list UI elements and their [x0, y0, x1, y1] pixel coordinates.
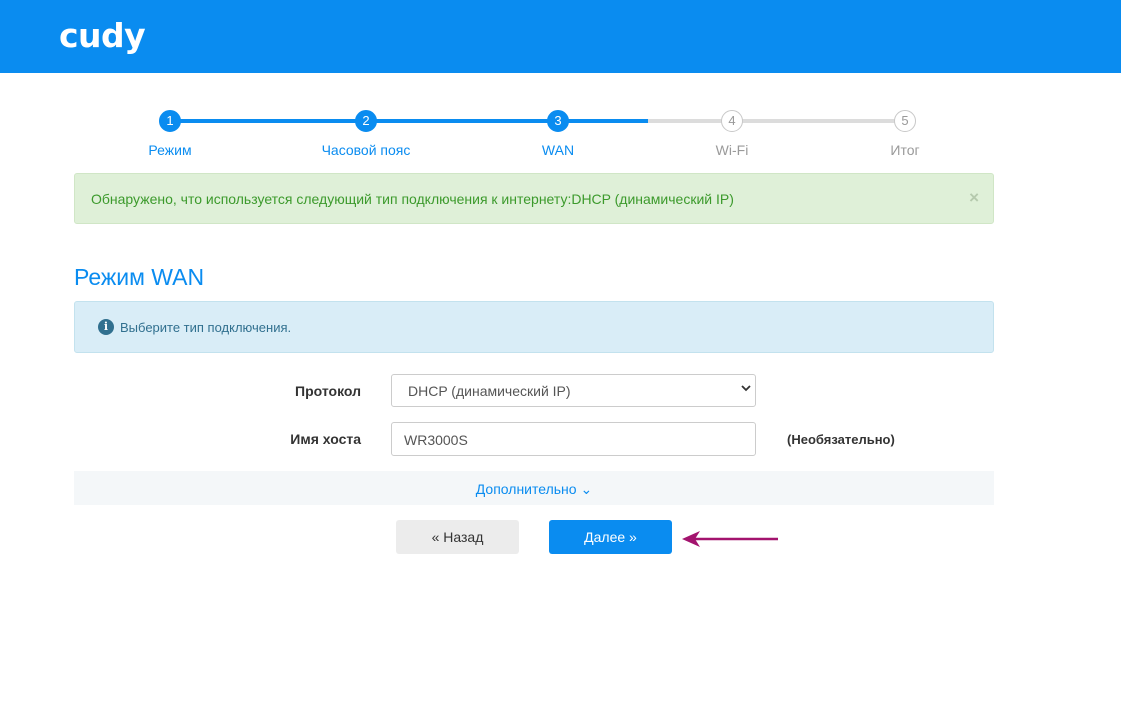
step-label: Режим	[148, 142, 192, 158]
annotation-arrow-icon	[682, 531, 778, 547]
next-button[interactable]: Далее »	[549, 520, 672, 554]
hostname-label: Имя хоста	[290, 431, 361, 447]
back-button[interactable]: « Назад	[396, 520, 519, 554]
step-wifi: 4 Wi-Fi	[662, 110, 802, 158]
step-number: 4	[721, 110, 743, 132]
top-header: cudy	[0, 0, 1121, 73]
advanced-toggle-link[interactable]: Дополнительно ⌄	[476, 481, 592, 498]
step-number: 1	[159, 110, 181, 132]
connection-detected-alert: Обнаружено, что используется следующий т…	[74, 173, 994, 224]
info-alert: i Выберите тип подключения.	[74, 301, 994, 353]
page-title: Режим WAN	[74, 264, 205, 290]
alert-message: Обнаружено, что используется следующий т…	[91, 191, 734, 207]
step-number: 5	[894, 110, 916, 132]
info-icon: i	[98, 319, 114, 335]
step-label: Часовой пояс	[321, 142, 411, 158]
optional-hint: (Необязательно)	[787, 432, 895, 447]
chevron-down-icon	[741, 385, 751, 392]
step-summary: 5 Итог	[835, 110, 975, 158]
step-label: Итог	[890, 142, 920, 158]
advanced-section-bar: Дополнительно ⌄	[74, 471, 994, 505]
step-label: Wi-Fi	[715, 142, 749, 158]
step-number: 2	[355, 110, 377, 132]
cudy-logo[interactable]: cudy	[59, 16, 146, 55]
step-number: 3	[547, 110, 569, 132]
step-label: WAN	[541, 142, 575, 158]
step-timezone[interactable]: 2 Часовой пояс	[296, 110, 436, 158]
hostname-value: WR3000S	[404, 432, 468, 448]
protocol-selected-value: DHCP (динамический IP)	[408, 383, 571, 399]
step-wan[interactable]: 3 WAN	[488, 110, 628, 158]
protocol-label: Протокол	[295, 383, 361, 399]
step-mode[interactable]: 1 Режим	[100, 110, 240, 158]
setup-wizard-stepper: 1 Режим 2 Часовой пояс 3 WAN 4 Wi-Fi 5 И…	[74, 110, 994, 170]
info-message: Выберите тип подключения.	[120, 320, 292, 335]
protocol-select[interactable]: DHCP (динамический IP)	[391, 374, 756, 407]
close-icon[interactable]: ×	[969, 188, 979, 208]
hostname-input[interactable]: WR3000S	[391, 422, 756, 456]
